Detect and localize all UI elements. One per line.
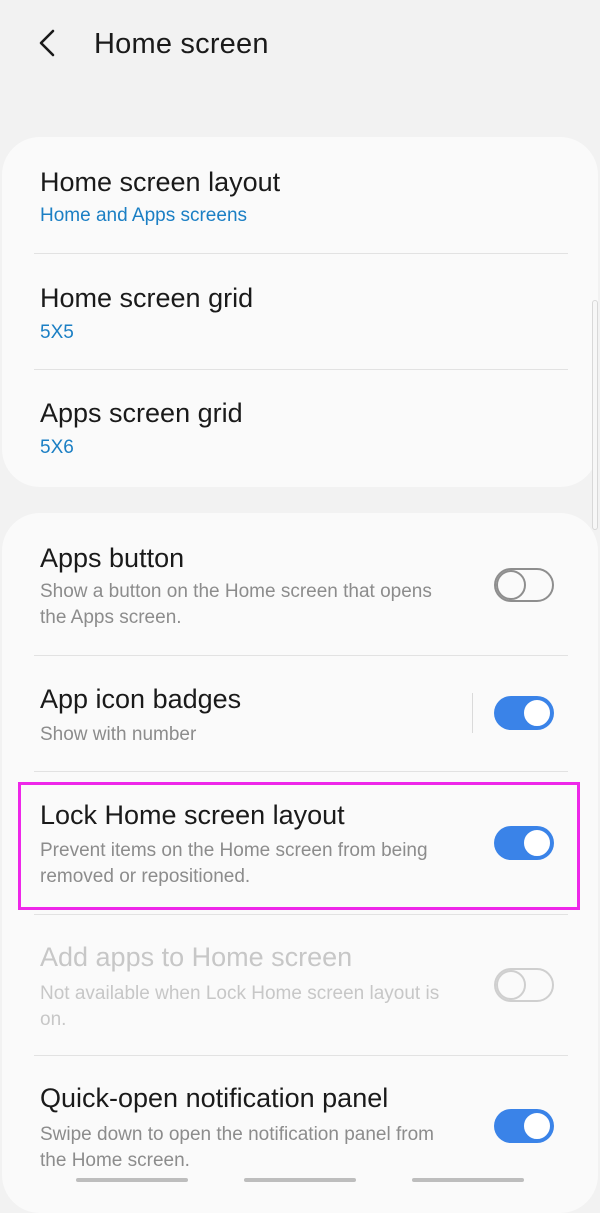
lock-home-screen-layout-toggle[interactable] <box>494 826 554 860</box>
nav-recents-handle[interactable] <box>76 1178 188 1182</box>
quick-open-notification-toggle[interactable] <box>494 1109 554 1143</box>
toggle-knob <box>522 698 552 728</box>
toggle-knob <box>522 1111 552 1141</box>
setting-title: Home screen layout <box>40 167 281 197</box>
setting-title: Add apps to Home screen <box>40 942 353 972</box>
nav-back-handle[interactable] <box>412 1178 524 1182</box>
layout-settings-card: Home screen layout Home and Apps screens… <box>2 137 598 487</box>
setting-title: Quick-open notification panel <box>40 1083 389 1113</box>
apps-button-toggle[interactable] <box>494 568 554 602</box>
app-icon-badges-toggle[interactable] <box>494 696 554 730</box>
setting-description: Swipe down to open the notification pane… <box>40 1124 434 1171</box>
setting-title: App icon badges <box>40 684 242 714</box>
setting-title: Apps screen grid <box>40 398 243 428</box>
toggle-knob <box>522 828 552 858</box>
setting-description: Show with number <box>40 724 197 745</box>
chevron-left-icon <box>39 29 55 57</box>
setting-apps-screen-grid[interactable]: Apps screen grid 5X6 <box>2 370 598 487</box>
setting-home-screen-grid[interactable]: Home screen grid 5X5 <box>2 254 598 370</box>
back-button[interactable] <box>24 20 70 66</box>
toggle-knob <box>496 970 526 1000</box>
vertical-separator <box>472 693 473 733</box>
setting-title: Home screen grid <box>40 283 254 313</box>
add-apps-toggle[interactable] <box>494 968 554 1002</box>
setting-home-screen-layout[interactable]: Home screen layout Home and Apps screens <box>2 137 598 253</box>
toggle-knob <box>496 570 526 600</box>
setting-description: Show a button on the Home screen that op… <box>40 581 432 628</box>
page-title: Home screen <box>94 28 269 60</box>
setting-value: Home and Apps screens <box>40 205 248 226</box>
setting-title: Lock Home screen layout <box>40 800 345 830</box>
setting-title: Apps button <box>40 543 185 573</box>
setting-value: 5X5 <box>40 322 74 343</box>
home-options-card: Apps button Show a button on the Home sc… <box>2 513 598 1213</box>
nav-home-handle[interactable] <box>244 1178 356 1182</box>
setting-description: Prevent items on the Home screen from be… <box>40 840 428 887</box>
setting-value: 5X6 <box>40 437 74 458</box>
app-header: Home screen <box>0 0 600 110</box>
scrollbar[interactable] <box>592 300 598 530</box>
setting-description: Not available when Lock Home screen layo… <box>40 983 440 1030</box>
navigation-bar <box>0 1170 600 1190</box>
